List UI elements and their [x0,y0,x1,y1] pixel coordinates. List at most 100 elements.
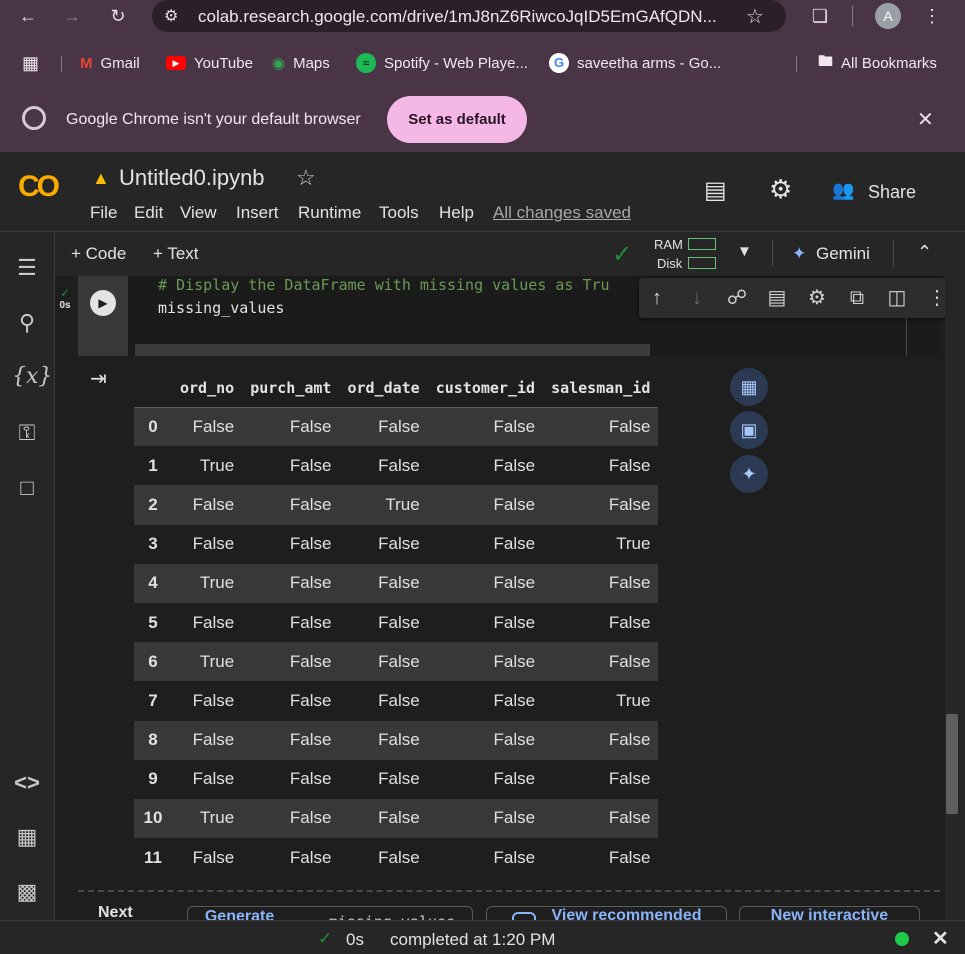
code-snippets-icon[interactable]: <> [12,768,42,798]
move-down-icon[interactable]: ↓ [683,284,711,312]
link-icon[interactable]: ☍ [723,284,751,312]
menu-insert[interactable]: Insert [236,203,279,223]
notebook-toolbar: + Code + Text ✓ RAM Disk ▼ ✦ Gemini ⌃ [55,232,965,276]
bookmark-saveetha[interactable]: Gsaveetha arms - Go... [549,52,721,74]
menu-file[interactable]: File [90,203,117,223]
share-people-icon: 👥 [832,180,855,200]
site-settings-icon[interactable]: ⚙ [164,6,178,26]
mirror-cell-icon[interactable]: ⧉ [843,284,871,312]
table-cell: False [289,769,332,789]
forward-arrow-icon[interactable]: → [60,4,84,28]
google-icon: G [549,53,569,73]
status-time: 0s [346,930,364,949]
table-cell: False [378,416,420,436]
bookmark-youtube[interactable]: ▶ YouTube [166,52,253,74]
column-header: customer_id [435,379,536,398]
set-default-button[interactable]: Set as default [387,96,527,143]
bookmark-gmail[interactable]: M Gmail [80,52,140,74]
close-status-icon[interactable]: ✕ [932,926,949,951]
move-up-icon[interactable]: ↑ [643,284,671,312]
table-cell: False [378,808,420,828]
table-cell: False [289,534,332,554]
table-row: 5 False False False False False [134,603,658,642]
menu-edit[interactable]: Edit [134,203,163,223]
gemini-sparkle-icon: ✦ [792,244,807,263]
browser-menu-icon[interactable]: ⋮ [920,4,944,28]
index-header [134,370,172,407]
menu-runtime[interactable]: Runtime [298,203,361,223]
apps-grid-icon[interactable]: ▦ [22,52,39,74]
table-row: 9 False False False False False [134,760,658,799]
star-icon[interactable]: ☆ [296,165,316,191]
terminal-icon[interactable]: ▩ [12,877,42,907]
table-cell: False [608,651,651,671]
resources-dropdown-icon[interactable]: ▼ [737,243,752,260]
table-cell: False [192,612,235,632]
share-button[interactable]: Share [868,182,916,203]
gemini-button[interactable]: Gemini [816,244,870,264]
reload-icon[interactable]: ↻ [106,4,130,28]
comments-icon[interactable]: ▤ [704,176,727,205]
table-of-contents-icon[interactable]: ☰ [12,253,42,283]
table-cell: False [493,730,536,750]
address-bar[interactable]: ⚙ colab.research.google.com/drive/1mJ8nZ… [152,0,786,32]
save-status[interactable]: All changes saved [493,203,631,223]
variables-icon[interactable]: {x} [12,362,52,392]
close-infobar-icon[interactable]: ✕ [917,107,934,132]
table-view-icon[interactable]: ▦ [730,368,768,406]
output-actions-icon[interactable]: ⇥ [90,366,107,391]
settings-gear-icon[interactable]: ⚙ [769,174,792,205]
scrollbar-thumb[interactable] [946,714,958,814]
code-scroll-track[interactable] [135,344,650,356]
profile-avatar[interactable]: A [875,3,901,29]
extensions-icon[interactable]: ❏ [808,4,832,28]
all-bookmarks[interactable]: 🖿 All Bookmarks [818,52,937,74]
code-comment-line[interactable]: # Display the DataFrame with missing val… [158,276,610,294]
table-cell: False [192,769,235,789]
cell-settings-icon[interactable]: ⚙ [803,284,831,312]
toolbar-divider [893,240,894,266]
table-cell: False [608,416,651,436]
comment-icon[interactable]: ▤ [763,284,791,312]
menu-tools[interactable]: Tools [379,203,419,223]
collapse-header-icon[interactable]: ⌃ [917,242,932,263]
menu-view[interactable]: View [180,203,217,223]
default-browser-infobar: Google Chrome isn't your default browser… [0,92,965,148]
bookmark-star-icon[interactable]: ☆ [746,4,764,29]
menu-help[interactable]: Help [439,203,474,223]
code-line[interactable]: missing_values [158,299,284,317]
run-cell-button[interactable]: ▶ [90,290,116,316]
bookmark-spotify[interactable]: ≈ Spotify - Web Playe... [356,52,528,74]
gmail-icon: M [80,54,93,72]
secrets-key-icon[interactable]: ⚿ [12,418,42,448]
chart-suggestions-icon[interactable]: ▣ [730,411,768,449]
disk-usage-bar[interactable] [688,257,716,269]
colab-logo[interactable]: CO [18,170,60,204]
bookmark-label: saveetha arms - Go... [577,54,722,72]
files-folder-icon[interactable]: □ [12,473,42,503]
code-cell[interactable]: ▶ # Display the DataFrame with missing v… [78,276,957,356]
ram-usage-bar[interactable] [688,238,716,250]
table-cell: False [493,416,536,436]
page-scrollbar[interactable] [945,276,965,920]
connection-status-dot[interactable] [895,932,909,946]
table-cell: False [493,455,536,475]
folder-icon: 🖿 [818,52,834,70]
magic-wand-icon[interactable]: ✦ [730,455,768,493]
add-text-button[interactable]: + Text [153,244,199,264]
command-palette-icon[interactable]: ▦ [12,822,42,852]
table-cell: False [493,612,536,632]
notebook-title[interactable]: Untitled0.ipynb [119,165,265,191]
column-header: ord_no [180,379,235,398]
table-cell: False [608,612,651,632]
add-code-button[interactable]: + Code [71,244,126,264]
table-cell: False [378,651,420,671]
table-cell: True [616,534,651,554]
table-cell: False [378,455,420,475]
bookmark-maps[interactable]: ◉ Maps [272,52,330,74]
delete-trash-icon[interactable]: ◫ [883,284,911,312]
table-cell: False [378,612,420,632]
search-icon[interactable]: ⚲ [12,308,42,338]
bookmark-divider [796,56,797,72]
back-arrow-icon[interactable]: ← [16,4,40,28]
